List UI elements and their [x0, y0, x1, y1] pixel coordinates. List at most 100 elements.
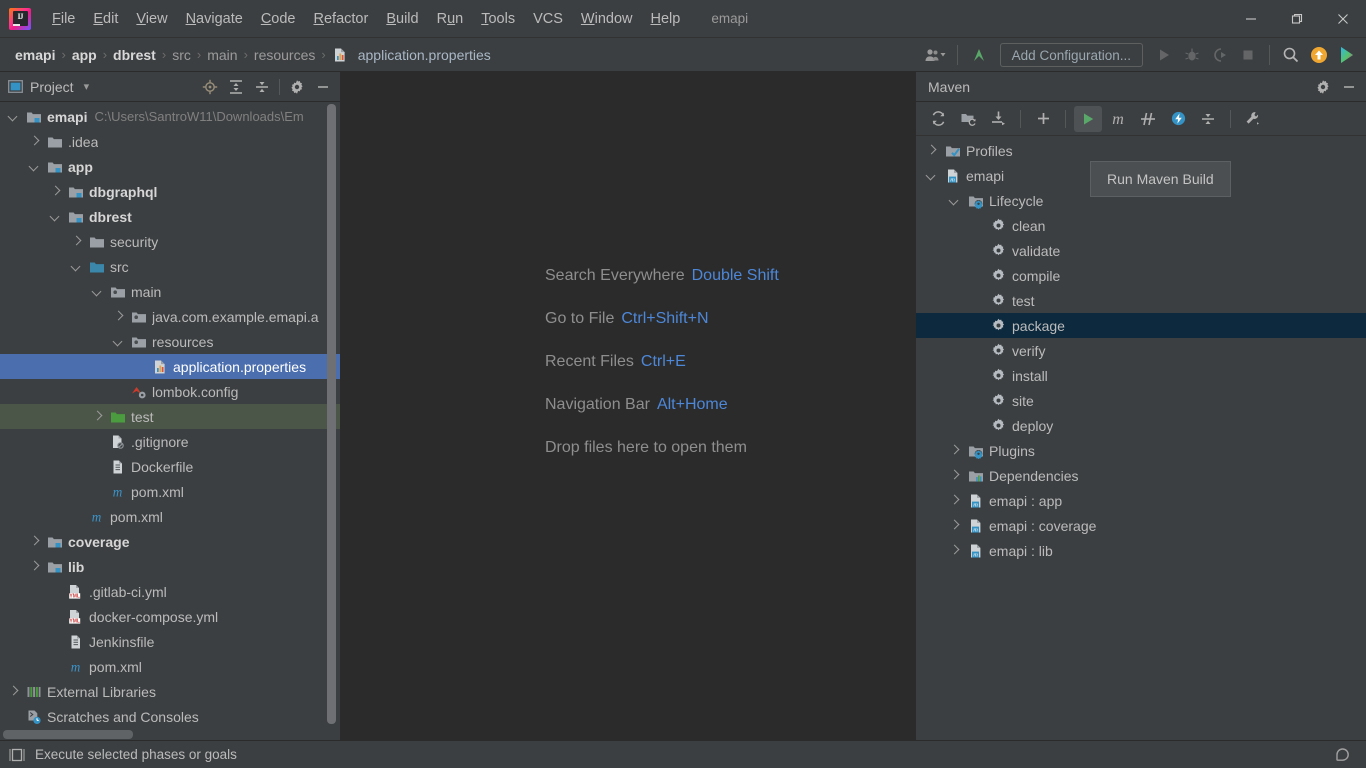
project-tree-row[interactable]: m pom.xml [0, 654, 340, 679]
ide-helper-icon[interactable] [1334, 42, 1360, 68]
chevron-down-icon[interactable] [92, 286, 103, 297]
project-tree-row[interactable]: coverage [0, 529, 340, 554]
breadcrumb-item-emapi[interactable]: emapi [10, 45, 60, 65]
project-tree-row[interactable]: .idea [0, 129, 340, 154]
menu-item-run[interactable]: Run [428, 7, 473, 31]
project-tree-row[interactable]: security [0, 229, 340, 254]
project-tree-row[interactable]: application.properties [0, 354, 340, 379]
chevron-down-icon[interactable] [8, 111, 19, 122]
maven-settings-icon[interactable] [1239, 106, 1267, 132]
gear-icon[interactable] [1312, 76, 1334, 98]
project-tree-row[interactable]: Dockerfile [0, 454, 340, 479]
chevron-right-icon[interactable] [949, 545, 960, 556]
menu-item-build[interactable]: Build [377, 7, 427, 31]
maven-tree-row[interactable]: validate [916, 238, 1366, 263]
menu-item-edit[interactable]: Edit [84, 7, 127, 31]
chevron-right-icon[interactable] [949, 445, 960, 456]
maven-tree-row[interactable]: test [916, 288, 1366, 313]
add-maven-project-icon[interactable] [954, 106, 982, 132]
menu-item-vcs[interactable]: VCS [524, 7, 572, 31]
project-tree-row[interactable]: lombok.config [0, 379, 340, 404]
menu-item-refactor[interactable]: Refactor [305, 7, 378, 31]
menu-item-tools[interactable]: Tools [472, 7, 524, 31]
chevron-right-icon[interactable] [50, 186, 61, 197]
menu-item-window[interactable]: Window [572, 7, 642, 31]
chevron-right-icon[interactable] [92, 411, 103, 422]
breadcrumb-item-main[interactable]: main [202, 45, 242, 65]
locate-file-icon[interactable] [199, 76, 221, 98]
breadcrumb-item-app[interactable]: app [67, 45, 102, 65]
menu-item-navigate[interactable]: Navigate [177, 7, 252, 31]
chevron-right-icon[interactable] [71, 236, 82, 247]
chevron-right-icon[interactable] [949, 520, 960, 531]
menu-item-file[interactable]: File [43, 7, 84, 31]
collapse-all-icon[interactable] [251, 76, 273, 98]
chevron-right-icon[interactable] [949, 495, 960, 506]
chevron-right-icon[interactable] [949, 470, 960, 481]
run-configuration-selector[interactable]: Add Configuration... [999, 43, 1143, 67]
execute-maven-goal-icon[interactable]: m [1104, 106, 1132, 132]
project-tree-row[interactable]: .gitignore [0, 429, 340, 454]
project-tree-row[interactable]: External Libraries [0, 679, 340, 704]
maven-tree-row[interactable]: m emapi : app [916, 488, 1366, 513]
chevron-down-icon[interactable] [71, 261, 82, 272]
maven-tree-row[interactable]: compile [916, 263, 1366, 288]
project-tree-row[interactable]: lib [0, 554, 340, 579]
maximize-button[interactable] [1274, 0, 1320, 38]
maven-tree-row[interactable]: m emapi : lib [916, 538, 1366, 563]
minimize-button[interactable] [1228, 0, 1274, 38]
maven-tree-row[interactable]: install [916, 363, 1366, 388]
collapse-all-icon[interactable] [1194, 106, 1222, 132]
maven-tree[interactable]: Profiles m emapi Lifecycle clean validate comp… [916, 136, 1366, 740]
project-tree-vertical-scrollbar[interactable] [327, 102, 336, 729]
chevron-down-icon[interactable] [113, 336, 124, 347]
chevron-down-icon[interactable] [50, 211, 61, 222]
debug-icon[interactable] [1179, 42, 1205, 68]
project-tree-row[interactable]: m pom.xml [0, 479, 340, 504]
breadcrumb-item-resources[interactable]: resources [249, 45, 320, 65]
project-tree[interactable]: emapi C:\Users\SantroW11\Downloads\Em .ide… [0, 102, 340, 729]
chevron-right-icon[interactable] [926, 145, 937, 156]
chevron-right-icon[interactable] [8, 686, 19, 697]
project-tree-row[interactable]: java.com.example.emapi.a [0, 304, 340, 329]
gear-icon[interactable] [286, 76, 308, 98]
user-settings-icon[interactable] [921, 42, 949, 68]
project-tree-row[interactable]: YML .gitlab-ci.yml [0, 579, 340, 604]
download-sources-icon[interactable] [984, 106, 1012, 132]
run-with-coverage-icon[interactable] [1207, 42, 1233, 68]
update-project-icon[interactable] [966, 42, 992, 68]
toggle-toolwindows-icon[interactable] [9, 748, 25, 762]
project-tree-row[interactable]: m pom.xml [0, 504, 340, 529]
hide-icon[interactable] [312, 76, 334, 98]
scrollbar-thumb-h[interactable] [3, 730, 133, 739]
toggle-skip-tests-icon[interactable] [1134, 106, 1162, 132]
search-icon[interactable] [1278, 42, 1304, 68]
breadcrumb-item-application-properties[interactable]: application.properties [327, 44, 496, 65]
add-icon[interactable] [1029, 106, 1057, 132]
project-tree-row[interactable]: app [0, 154, 340, 179]
run-icon[interactable] [1151, 42, 1177, 68]
chevron-right-icon[interactable] [29, 561, 40, 572]
project-tree-row[interactable]: main [0, 279, 340, 304]
editor-empty-area[interactable]: Search Everywhere Double Shift Go to File C… [340, 72, 916, 740]
maven-tree-row[interactable]: deploy [916, 413, 1366, 438]
project-tree-row[interactable]: src [0, 254, 340, 279]
chevron-down-icon[interactable]: ▾ [84, 80, 90, 93]
scrollbar-thumb[interactable] [327, 104, 336, 724]
notification-icon[interactable] [1306, 42, 1332, 68]
breadcrumb-item-dbrest[interactable]: dbrest [108, 45, 161, 65]
project-tree-horizontal-scrollbar[interactable] [0, 729, 340, 740]
chevron-down-icon[interactable] [949, 195, 960, 206]
expand-all-icon[interactable] [225, 76, 247, 98]
project-tree-row[interactable]: emapi C:\Users\SantroW11\Downloads\Em [0, 104, 340, 129]
chevron-right-icon[interactable] [29, 536, 40, 547]
maven-tree-row[interactable]: site [916, 388, 1366, 413]
run-maven-build-icon[interactable] [1074, 105, 1102, 132]
maven-tree-row[interactable]: verify [916, 338, 1366, 363]
maven-tree-row[interactable]: m emapi : coverage [916, 513, 1366, 538]
maven-tree-row[interactable]: Plugins [916, 438, 1366, 463]
chevron-down-icon[interactable] [29, 161, 40, 172]
chevron-right-icon[interactable] [29, 136, 40, 147]
close-button[interactable] [1320, 0, 1366, 38]
project-tree-row[interactable]: Jenkinsfile [0, 629, 340, 654]
